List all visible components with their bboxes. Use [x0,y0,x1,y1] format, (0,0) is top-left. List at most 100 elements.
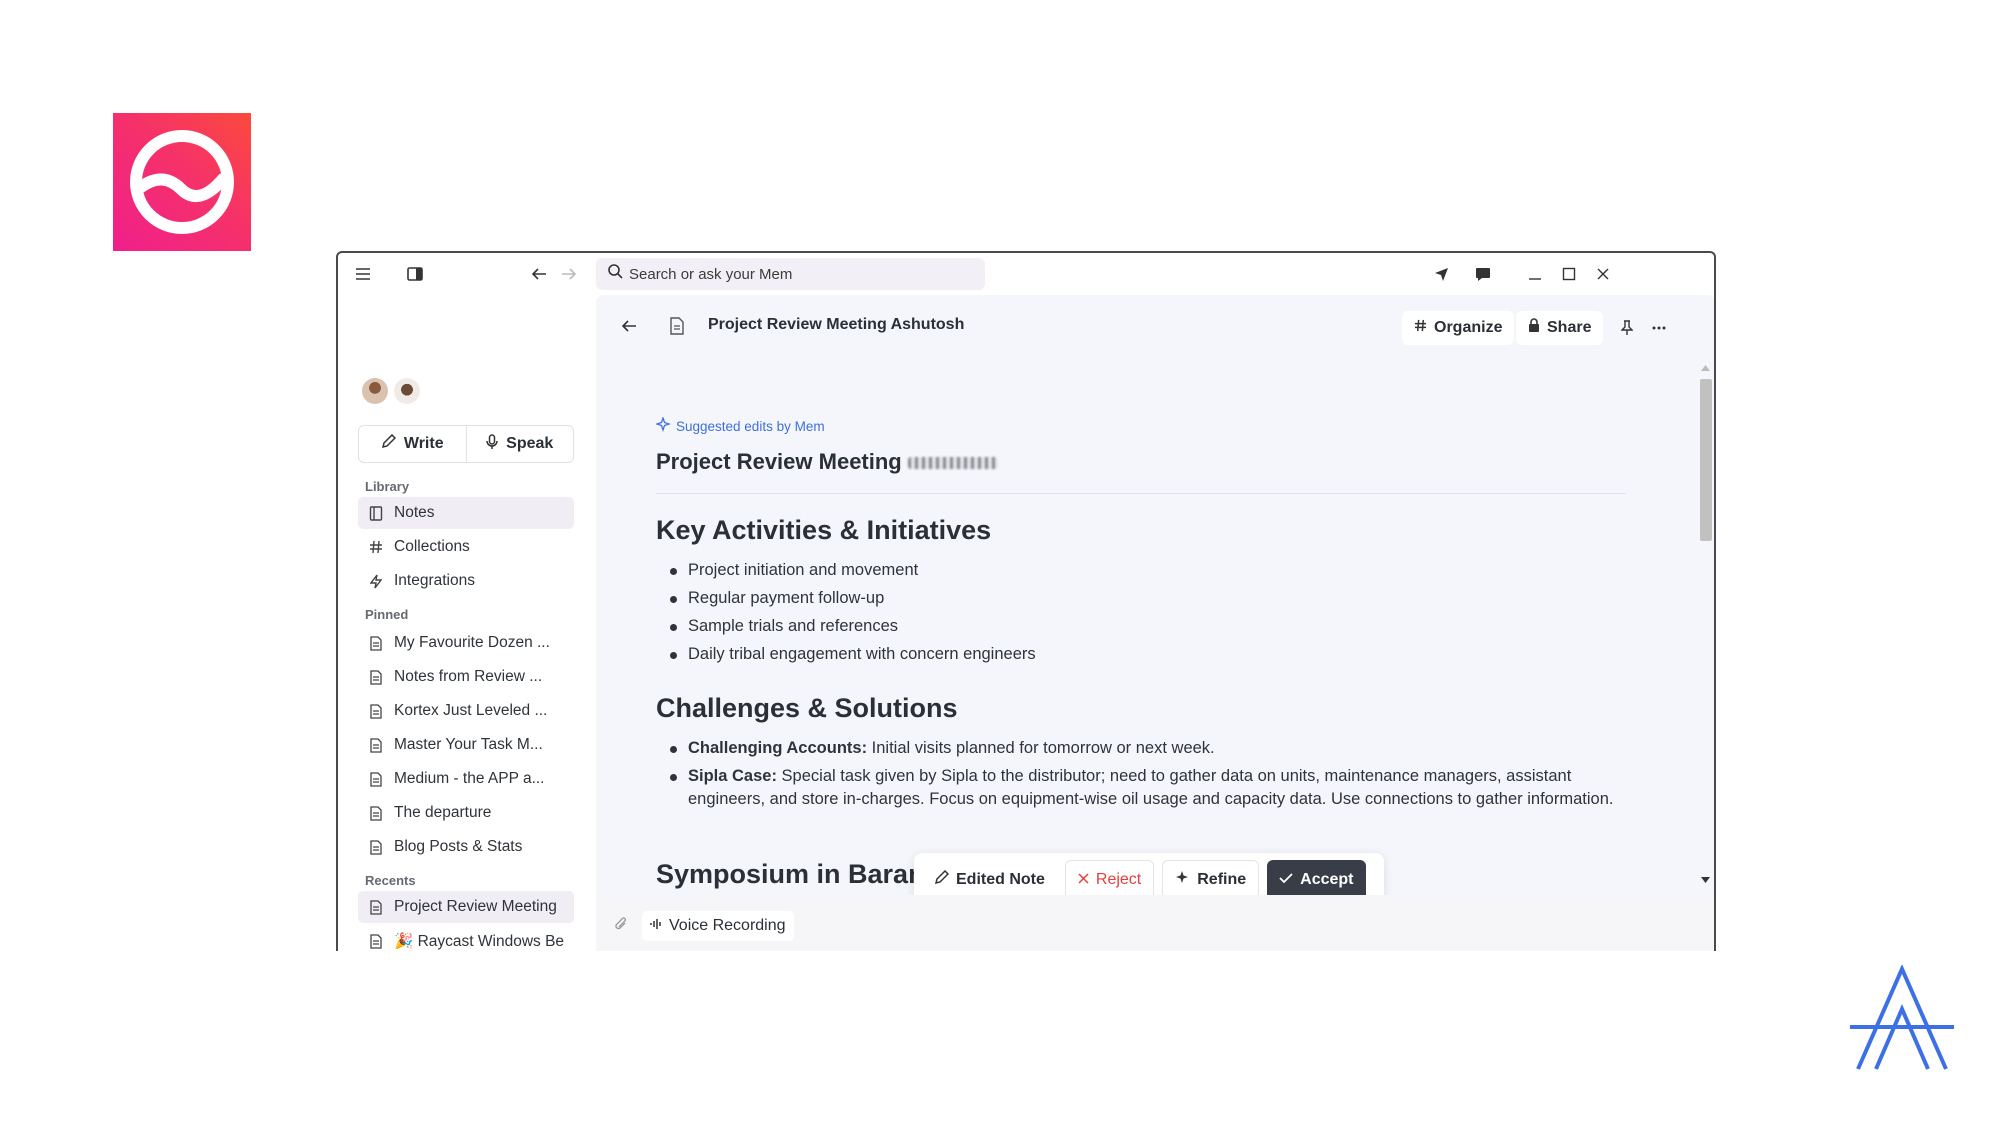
back-arrow-icon[interactable] [616,313,642,339]
pinned-item-label: Kortex Just Leveled ... [394,702,548,719]
search-icon [608,264,623,284]
list-item-bold: Challenging Accounts: [688,739,868,757]
pinned-item[interactable]: Blog Posts & Stats [358,831,574,863]
scrollbar-thumb[interactable] [1700,379,1712,541]
notebook-icon [368,505,384,521]
sidebar-item-collections[interactable]: Collections [358,531,574,563]
maximize-icon[interactable] [1556,261,1582,287]
document-icon [368,635,384,651]
write-label: Write [403,435,444,452]
pencil-icon [934,869,950,890]
sparkle-icon [1175,870,1190,890]
navigate-icon[interactable] [1428,261,1454,287]
write-button[interactable]: Write [359,426,466,462]
check-icon [1279,871,1293,889]
pinned-item[interactable]: Medium - the APP a... [358,763,574,795]
paperclip-icon[interactable] [608,911,634,937]
sidebar-toggle-icon[interactable] [402,261,428,287]
sidebar-item-integrations[interactable]: Integrations [358,565,574,597]
workspace-avatar[interactable] [394,378,420,404]
scroll-up-icon [1701,365,1710,371]
organize-label: Organize [1434,319,1503,336]
microphone-icon [486,433,498,455]
pinned-item[interactable]: Notes from Review ... [358,661,574,693]
title-bar [338,253,1714,295]
document-icon [368,703,384,719]
divider [656,493,1626,494]
back-arrow-icon[interactable] [526,261,552,287]
recent-item-label: 🎉 Raycast Windows Be [394,932,565,950]
section-list: Project initiation and movement Regular … [670,559,1630,671]
pinned-item[interactable]: My Favourite Dozen ... [358,627,574,659]
menu-icon[interactable] [350,261,376,287]
list-item: Challenging Accounts: Initial visits pla… [670,737,1630,760]
pinned-heading: Pinned [365,607,409,622]
x-icon [1078,871,1089,889]
pinned-item-label: The departure [394,804,492,821]
pin-icon[interactable] [1614,315,1640,341]
sidebar-item-label: Integrations [394,572,475,589]
pinned-item[interactable]: The departure [358,797,574,829]
write-speak-group: Write Speak [358,425,574,463]
chat-icon[interactable] [1470,261,1496,287]
organize-button[interactable]: Organize [1402,311,1515,345]
edited-note-label: Edited Note [956,871,1045,888]
hash-icon [1414,319,1427,337]
list-item: Sample trials and references [670,615,1630,638]
pinned-item-label: My Favourite Dozen ... [394,634,550,651]
refine-button[interactable]: Refine [1162,860,1260,900]
list-item-bold: Sipla Case: [688,767,777,785]
pinned-item[interactable]: Kortex Just Leveled ... [358,695,574,727]
reject-button[interactable]: Reject [1064,860,1155,900]
recents-heading: Recents [365,873,416,888]
main-panel: Project Review Meeting Ashutosh Organize… [596,295,1714,951]
sidebar: Write Speak Library Notes Collections In… [338,295,596,951]
sidebar-item-notes[interactable]: Notes [358,497,574,529]
recent-item[interactable]: Project Review Meeting [358,891,574,923]
search-input[interactable] [629,265,969,283]
waveform-icon [650,917,662,935]
app-window: Write Speak Library Notes Collections In… [336,251,1716,951]
more-options-icon[interactable] [1646,315,1672,341]
document-icon [368,839,384,855]
document-icon [368,899,384,915]
document-icon [368,771,384,787]
search-bar[interactable] [596,258,985,290]
pinned-item-label: Master Your Task M... [394,736,543,753]
corner-logo [1848,964,1956,1073]
sidebar-item-label: Collections [394,538,470,555]
list-item: Daily tribal engagement with concern eng… [670,643,1630,666]
document-icon [368,737,384,753]
document-header-title: Project Review Meeting Ashutosh [708,316,965,333]
pinned-item-label: Medium - the APP a... [394,770,545,787]
lock-icon [1528,318,1540,338]
share-label: Share [1547,319,1592,336]
share-button[interactable]: Share [1516,311,1604,345]
section-heading: Key Activities & Initiatives [656,515,992,545]
recent-item-label: Project Review Meeting [394,898,557,915]
list-item: Regular payment follow-up [670,587,1630,610]
speak-button[interactable]: Speak [465,426,574,462]
reject-label: Reject [1095,871,1142,888]
pinned-item-label: Notes from Review ... [394,668,543,685]
accept-label: Accept [1300,871,1354,888]
recent-item[interactable]: 🎉 Raycast Windows Be [358,925,574,951]
refine-label: Refine [1197,871,1247,888]
avatar[interactable] [362,378,388,404]
accept-button[interactable]: Accept [1267,860,1366,900]
forward-arrow-icon[interactable] [556,261,582,287]
sidebar-item-label: Notes [394,504,435,521]
close-icon[interactable] [1590,261,1616,287]
pinned-item-label: Blog Posts & Stats [394,838,523,855]
document-icon [368,669,384,685]
minimize-icon[interactable] [1522,261,1548,287]
list-item: Project initiation and movement [670,559,1630,582]
document-title-text: Project Review Meeting [656,449,902,474]
edited-note-button[interactable]: Edited Note [922,860,1057,900]
list-item-text: Special task given by Sipla to the distr… [688,767,1614,808]
voice-recording-button[interactable]: Voice Recording [642,911,794,941]
pinned-item[interactable]: Master Your Task M... [358,729,574,761]
document-icon [368,805,384,821]
section-heading: Challenges & Solutions [656,693,958,723]
scrollbar[interactable] [1698,365,1712,885]
